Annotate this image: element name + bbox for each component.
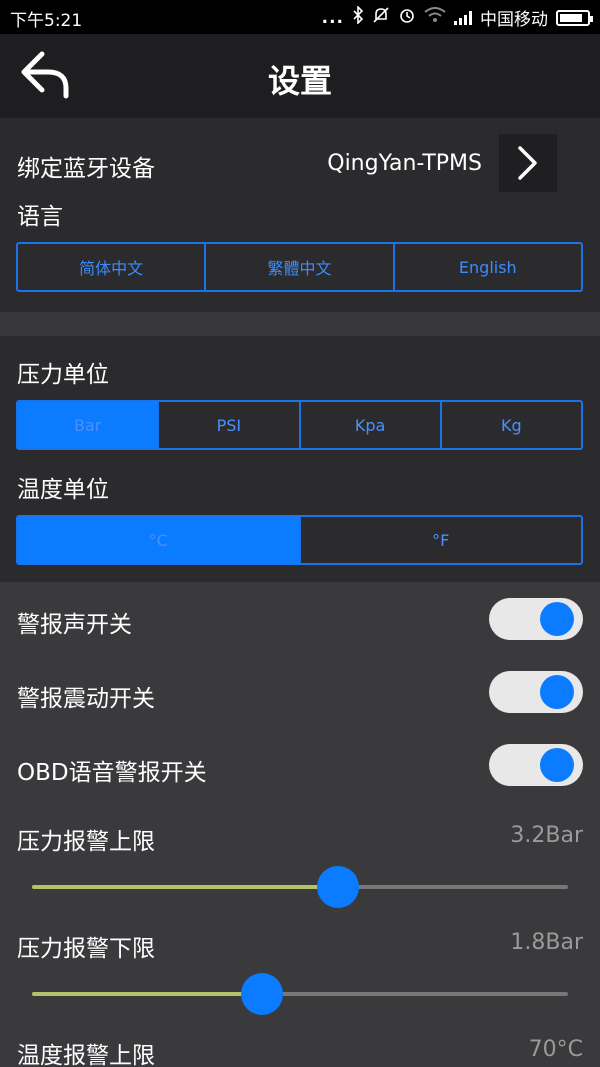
pressure-unit-label: 压力单位 [17,362,109,388]
bluetooth-icon [352,5,364,29]
units-section: 压力单位 Bar PSI Kpa Kg 温度单位 °C °F [0,336,600,582]
alarm-sound-toggle[interactable] [489,598,583,640]
toggle-knob [540,675,574,709]
signal-icon [454,10,472,25]
temp-high-label: 温度报警上限 [17,1043,155,1067]
alarm-section: 警报声开关 警报震动开关 OBD语音警报开关 压力报警上限 3.2Bar 压力报… [0,582,600,1067]
status-right: ... 中国移动 [321,5,593,30]
temp-unit-fahrenheit[interactable]: °F [301,517,582,563]
more-dots-icon: ... [321,7,344,28]
language-option-traditional[interactable]: 繁體中文 [206,244,395,290]
device-language-section: 绑定蓝牙设备 QingYan-TPMS 语言 简体中文 繁體中文 English [0,118,600,312]
temp-unit-celsius[interactable]: °C [18,517,301,563]
language-option-simplified[interactable]: 简体中文 [18,244,207,290]
pressure-unit-kg[interactable]: Kg [442,402,581,448]
pressure-low-label: 压力报警下限 [17,936,155,962]
section-divider [0,312,600,336]
alarm-vibrate-label: 警报震动开关 [17,686,155,712]
status-time: 下午5:21 [10,11,83,31]
temp-unit-label: 温度单位 [17,477,109,503]
slider-thumb[interactable] [241,973,284,1015]
pressure-high-value: 3.2Bar [510,823,583,848]
pressure-unit-selector: Bar PSI Kpa Kg [16,400,583,450]
header: 设置 [0,34,600,118]
language-option-english[interactable]: English [395,244,581,290]
obd-voice-alarm-toggle[interactable] [489,744,583,786]
slider-fill [32,992,263,996]
pressure-unit-kpa[interactable]: Kpa [301,402,442,448]
slider-fill [32,885,338,889]
temp-unit-selector: °C °F [16,515,583,565]
language-label: 语言 [17,204,63,230]
page-title: 设置 [267,62,332,100]
alarm-vibrate-toggle[interactable] [489,671,583,713]
alarm-clock-icon [398,6,416,29]
mute-bell-icon [372,6,390,29]
toggle-knob [540,602,574,636]
pressure-low-slider[interactable] [32,973,568,1015]
alarm-sound-label: 警报声开关 [17,612,132,638]
status-bar: 下午5:21 ... 中国移动 [0,0,600,34]
temp-high-value: 70°C [528,1037,583,1062]
pressure-unit-psi[interactable]: PSI [159,402,301,448]
pressure-high-label: 压力报警上限 [17,829,155,855]
chevron-right-icon [518,146,537,180]
pressure-low-value: 1.8Bar [510,930,583,955]
bluetooth-device-name: QingYan-TPMS [327,151,482,176]
carrier-name: 中国移动 [480,10,548,30]
bluetooth-label: 绑定蓝牙设备 [17,156,155,182]
wifi-icon [424,7,446,28]
bluetooth-select-button[interactable] [499,134,557,192]
slider-thumb[interactable] [316,866,359,908]
language-selector: 简体中文 繁體中文 English [16,242,583,292]
toggle-knob [540,748,574,782]
obd-voice-alarm-label: OBD语音警报开关 [17,760,207,786]
battery-icon [556,9,593,26]
pressure-high-slider[interactable] [32,866,568,908]
pressure-unit-bar[interactable]: Bar [18,402,160,448]
